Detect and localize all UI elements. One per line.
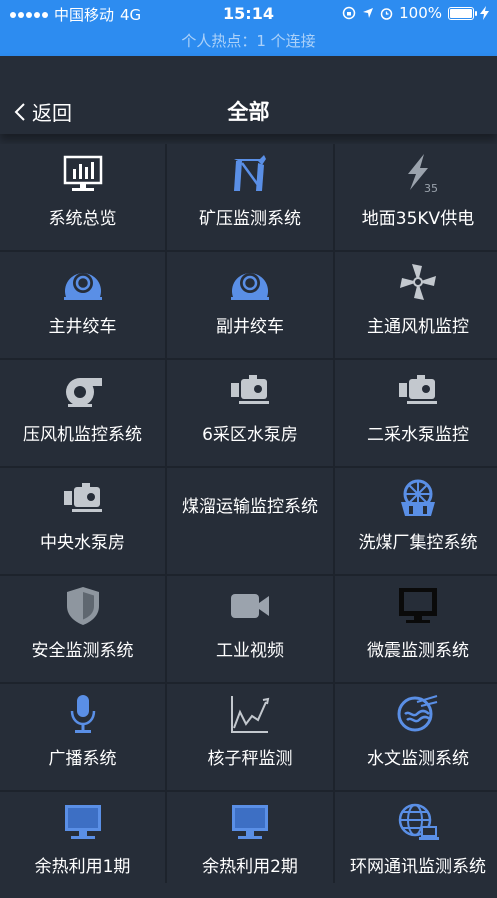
- grid-item-label: 主通风机监控: [367, 317, 469, 337]
- grid-item-label: 副井绞车: [216, 317, 284, 337]
- grid-item-label: 安全监测系统: [31, 641, 134, 661]
- grid-item-label: 水文监测系统: [367, 749, 469, 769]
- hydrology-icon: [397, 695, 438, 732]
- location-icon: [363, 8, 374, 18]
- grid-item-label: 煤溜运输监控系统: [182, 497, 318, 517]
- battery-icon: [448, 6, 477, 20]
- grid-item-label: 核子秤监测: [207, 749, 293, 769]
- module-grid: 系统总览 矿压监测系统 35 地面35KV供电 主井绞车 副井绞车 主通风机监控…: [0, 144, 497, 898]
- winch-icon: [63, 273, 102, 300]
- crane-icon: [234, 155, 266, 191]
- fan-icon: [400, 264, 436, 300]
- grid-item-air-compressor[interactable]: 压风机监控系统: [0, 360, 165, 466]
- network-globe-icon: [398, 803, 439, 840]
- grid-item-label: 压风机监控系统: [23, 425, 142, 445]
- grid-item-main-shaft-winch[interactable]: 主井绞车: [0, 252, 165, 358]
- pump-icon: [231, 375, 269, 404]
- line-chart-icon: [231, 696, 270, 733]
- desktop-icon: [232, 805, 268, 839]
- grid-item-label: 地面35KV供电: [361, 209, 475, 229]
- grid-item-label: 6采区水泵房: [202, 425, 298, 445]
- grid-item-hydrology[interactable]: 水文监测系统: [335, 684, 497, 790]
- pump-icon: [399, 375, 437, 404]
- grid-item-label: 洗煤厂集控系统: [358, 533, 478, 553]
- shield-icon: [66, 587, 99, 625]
- alarm-icon: [380, 7, 393, 20]
- grid-item-safety-monitoring[interactable]: 安全监测系统: [0, 576, 165, 682]
- grid-item-pump-room-6[interactable]: 6采区水泵房: [167, 360, 333, 466]
- lightning-35-icon: 35: [408, 154, 438, 194]
- grid-item-ground-35kv[interactable]: 35 地面35KV供电: [335, 144, 497, 250]
- grid-item-broadcast[interactable]: 广播系统: [0, 684, 165, 790]
- grid-item-label: 广播系统: [48, 749, 117, 769]
- grid-item-nuclear-scale[interactable]: 核子秤监测: [167, 684, 333, 790]
- grid-item-waste-heat-2[interactable]: 余热利用2期: [167, 792, 333, 898]
- desktop-icon: [64, 805, 101, 839]
- svg-text:35: 35: [424, 182, 438, 194]
- grid-item-industrial-video[interactable]: 工业视频: [167, 576, 333, 682]
- grid-item-label: 微震监测系统: [367, 641, 469, 661]
- grid-item-main-fan[interactable]: 主通风机监控: [335, 252, 497, 358]
- wash-plant-icon: [401, 479, 435, 516]
- grid-item-aux-shaft-winch[interactable]: 副井绞车: [167, 252, 333, 358]
- battery-percent: 100%: [399, 4, 442, 22]
- grid-item-label: 余热利用1期: [34, 857, 131, 877]
- grid-item-label: 中央水泵房: [40, 533, 125, 553]
- pump-icon: [63, 483, 102, 512]
- video-camera-icon: [231, 594, 269, 618]
- winch-icon: [231, 273, 269, 300]
- rotation-lock-icon: [342, 6, 356, 20]
- computer-monitor-icon: [399, 588, 437, 623]
- blower-icon: [65, 378, 102, 407]
- grid-item-pump-2[interactable]: 二采水泵监控: [335, 360, 497, 466]
- microphone-icon: [70, 695, 95, 733]
- status-bar: 中国移动 4G 15:14 100% 个人热点：1 个连接: [0, 0, 497, 56]
- grid-item-label: 环网通讯监测系统: [350, 857, 486, 877]
- grid-item-label: 余热利用2期: [202, 857, 298, 877]
- grid-item-label: 工业视频: [216, 641, 284, 661]
- grid-item-label: 矿压监测系统: [199, 209, 301, 229]
- grid-item-microseismic[interactable]: 微震监测系统: [335, 576, 497, 682]
- charging-icon: [480, 6, 489, 20]
- grid-item-coal-transport[interactable]: 煤溜运输监控系统: [167, 468, 333, 574]
- page-title: 全部: [227, 100, 270, 124]
- grid-item-coal-wash-plant[interactable]: 洗煤厂集控系统: [335, 468, 497, 574]
- grid-item-label: 系统总览: [48, 209, 117, 229]
- grid-item-central-pump-room[interactable]: 中央水泵房: [0, 468, 165, 574]
- hotspot-banner[interactable]: 个人热点：1 个连接: [0, 30, 497, 51]
- navigation-bar: 返回 全部: [0, 56, 497, 134]
- grid-item-mine-pressure[interactable]: 矿压监测系统: [167, 144, 333, 250]
- grid-item-waste-heat-1[interactable]: 余热利用1期: [0, 792, 165, 898]
- monitor-chart-icon: [63, 155, 102, 191]
- grid-item-system-overview[interactable]: 系统总览: [0, 144, 165, 250]
- grid-item-label: 二采水泵监控: [367, 425, 469, 445]
- grid-item-ring-network[interactable]: 环网通讯监测系统: [335, 792, 497, 898]
- grid-item-label: 主井绞车: [48, 317, 117, 337]
